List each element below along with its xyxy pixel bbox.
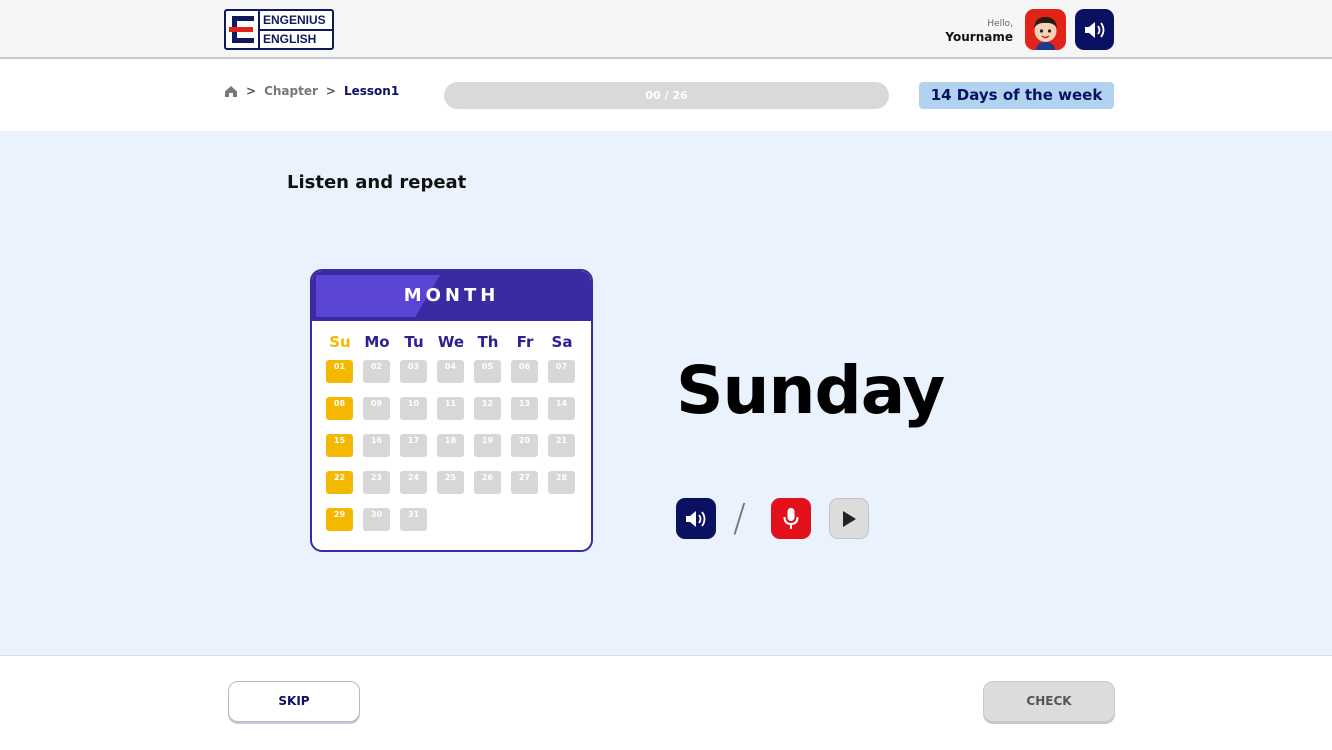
- calendar-day: 04: [437, 360, 464, 383]
- calendar-day: 13: [511, 397, 538, 420]
- calendar-illustration: MONTH Su Mo Tu We Th Fr Sa 01 02 03 04 05 06 07 08 09 10…: [310, 269, 593, 552]
- calendar-day: 21: [548, 434, 575, 457]
- calendar-day: 29: [326, 508, 353, 531]
- record-button[interactable]: [771, 498, 811, 539]
- calendar-day: 25: [437, 471, 464, 494]
- breadcrumb-chapter[interactable]: Chapter: [264, 84, 318, 98]
- calendar-day: 12: [474, 397, 501, 420]
- topic-badge: 14 Days of the week: [919, 82, 1114, 109]
- logo-e-icon: [226, 11, 260, 48]
- sound-toggle-button[interactable]: [1075, 9, 1114, 50]
- calendar-day: 05: [474, 360, 501, 383]
- logo-line2: ENGLISH: [263, 31, 317, 46]
- exercise-area: [0, 131, 1332, 655]
- play-recording-button[interactable]: [829, 498, 869, 539]
- speaker-icon: [1084, 21, 1104, 38]
- calendar-day: 16: [363, 434, 390, 457]
- calendar-day: 26: [474, 471, 501, 494]
- weekday-label: Tu: [404, 333, 424, 351]
- calendar-day: 24: [400, 471, 427, 494]
- top-header: ENGENIUS ENGLISH Hello, Yourname: [0, 0, 1332, 59]
- engenius-english-logo[interactable]: ENGENIUS ENGLISH: [224, 9, 334, 50]
- calendar-day: 15: [326, 434, 353, 457]
- listen-button[interactable]: [676, 498, 716, 539]
- controls-separator: /: [733, 496, 746, 540]
- calendar-day: 06: [511, 360, 538, 383]
- calendar-day: 08: [326, 397, 353, 420]
- progress-text: 00 / 26: [645, 89, 688, 102]
- calendar-day: 01: [326, 360, 353, 383]
- footer-bar: [0, 655, 1332, 750]
- calendar-day: 09: [363, 397, 390, 420]
- calendar-day: 28: [548, 471, 575, 494]
- check-button[interactable]: CHECK: [983, 681, 1115, 722]
- breadcrumb: > Chapter > Lesson1: [224, 84, 399, 98]
- avatar[interactable]: [1025, 9, 1066, 50]
- user-greeting: Hello, Yourname: [945, 19, 1013, 45]
- boy-avatar-icon: [1034, 17, 1057, 50]
- calendar-title: MONTH: [403, 285, 500, 306]
- greeting-text: Hello,: [987, 19, 1013, 29]
- play-icon: [843, 510, 856, 527]
- microphone-icon: [783, 507, 799, 529]
- calendar-day: 14: [548, 397, 575, 420]
- calendar-day: 27: [511, 471, 538, 494]
- lesson-progress-bar: 00 / 26: [444, 82, 889, 109]
- calendar-header: MONTH: [312, 271, 591, 321]
- calendar-day: 11: [437, 397, 464, 420]
- weekday-label: Fr: [516, 333, 534, 351]
- instruction-title: Listen and repeat: [287, 172, 467, 193]
- weekday-label: Sa: [551, 333, 573, 351]
- weekday-label: Mo: [364, 333, 390, 351]
- logo-line1: ENGENIUS: [260, 12, 332, 31]
- calendar-day: 10: [400, 397, 427, 420]
- calendar-day: 23: [363, 471, 390, 494]
- breadcrumb-separator: >: [325, 84, 336, 98]
- calendar-day: 22: [326, 471, 353, 494]
- target-word: Sunday: [676, 352, 945, 429]
- calendar-day: 03: [400, 360, 427, 383]
- calendar-day: 17: [400, 434, 427, 457]
- speaker-icon: [686, 510, 706, 527]
- calendar-day: 20: [511, 434, 538, 457]
- breadcrumb-lesson: Lesson1: [343, 84, 400, 98]
- username: Yourname: [945, 30, 1013, 44]
- weekday-label: We: [437, 333, 465, 351]
- calendar-day: 31: [400, 508, 427, 531]
- calendar-day: 02: [363, 360, 390, 383]
- calendar-day: 18: [437, 434, 464, 457]
- calendar-day: 30: [363, 508, 390, 531]
- breadcrumb-separator: >: [246, 84, 257, 98]
- home-icon[interactable]: [224, 85, 238, 98]
- weekday-label: Th: [477, 333, 499, 351]
- calendar-day: 07: [548, 360, 575, 383]
- weekday-label: Su: [329, 333, 351, 351]
- skip-button[interactable]: SKIP: [228, 681, 360, 722]
- calendar-day: 19: [474, 434, 501, 457]
